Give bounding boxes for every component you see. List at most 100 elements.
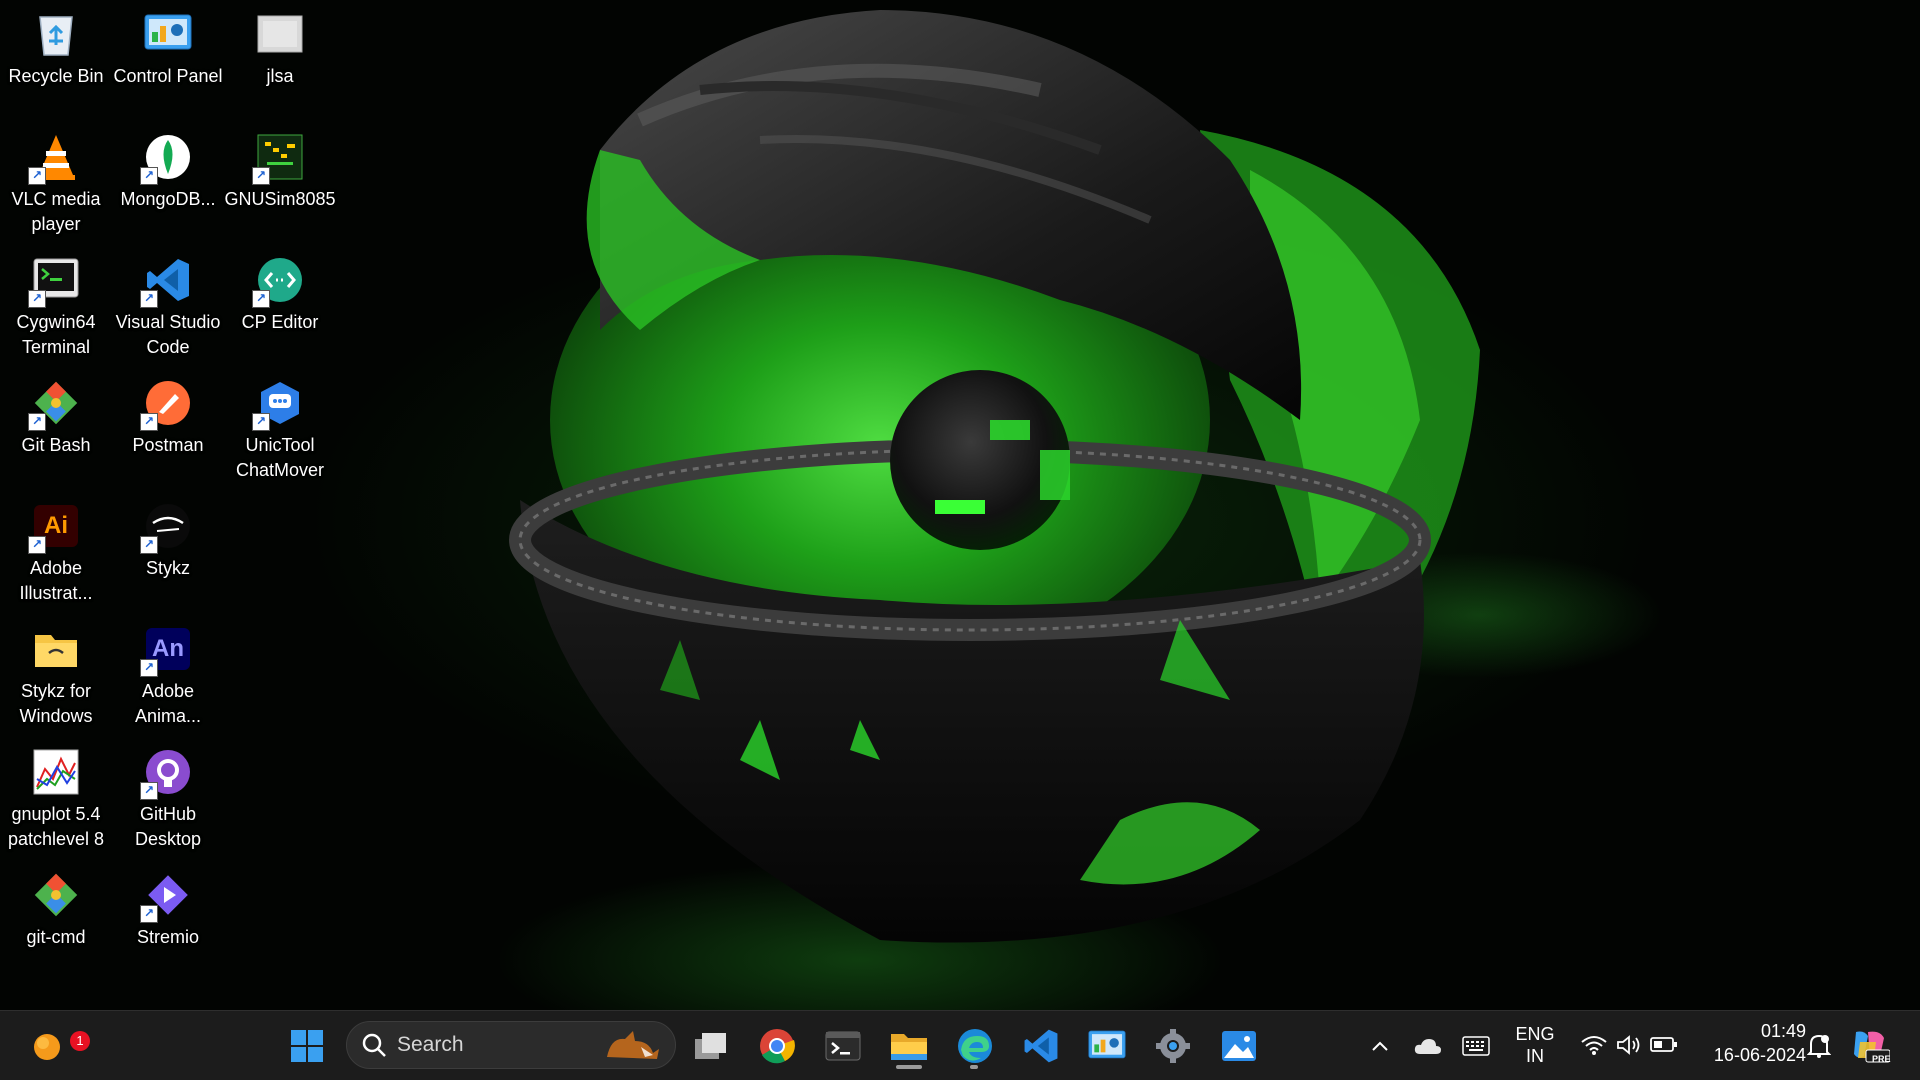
desktop-icon-label: Stykz for Windows: [19, 681, 93, 726]
desktop-icon-vscode[interactable]: ↗ Visual Studio Code: [112, 248, 224, 360]
settings-button[interactable]: [1148, 1021, 1198, 1071]
show-hidden-icons-button[interactable]: [1358, 1021, 1402, 1071]
language-code: ENG: [1515, 1024, 1555, 1044]
shortcut-arrow-icon: ↗: [252, 290, 270, 308]
desktop-icon-stykz[interactable]: ↗ Stykz: [112, 494, 224, 581]
notification-badge: 1: [70, 1031, 90, 1051]
wifi-icon: [1581, 1036, 1607, 1055]
control-panel-button[interactable]: [1082, 1021, 1132, 1071]
desktop-icon-adobe-animate[interactable]: An ↗ Adobe Anima...: [112, 617, 224, 729]
search-box[interactable]: Search: [346, 1021, 676, 1069]
desktop-icon-label: Git Bash: [21, 435, 91, 455]
shortcut-arrow-icon: ↗: [252, 413, 270, 431]
desktop-icon-label: Cygwin64 Terminal: [16, 312, 96, 357]
copilot-preview-badge: PRE: [1872, 1054, 1891, 1064]
keyboard-icon: [1462, 1036, 1490, 1056]
file-explorer-button[interactable]: [884, 1021, 934, 1071]
desktop-icon-control-panel[interactable]: Control Panel: [112, 2, 224, 89]
adobe-animate-icon: An ↗: [140, 625, 192, 677]
search-label: Search: [397, 1033, 464, 1056]
recycle-bin-icon: [32, 10, 80, 58]
clock[interactable]: 01:49 16-06-2024: [1694, 1019, 1806, 1069]
gnusim8085-icon: ↗: [252, 133, 304, 185]
desktop-icon-label: Control Panel: [113, 66, 223, 86]
running-indicator: [896, 1065, 922, 1069]
task-view-icon: [695, 1033, 726, 1059]
desktop-icon-gnuplot[interactable]: gnuplot 5.4 patchlevel 8: [0, 740, 112, 852]
desktop-icon-gnusim8085[interactable]: ↗ GNUSim8085: [224, 125, 336, 212]
desktop-icon-label: Postman: [132, 435, 204, 455]
desktop-icon-label: VLC media player: [11, 189, 101, 234]
mongodb-icon: ↗: [140, 133, 192, 185]
photos-button[interactable]: [1214, 1021, 1264, 1071]
desktop-icon-label: Adobe Anima...: [134, 681, 202, 726]
folder-icon: [891, 1034, 927, 1060]
windows-logo-icon: [291, 1030, 323, 1062]
shortcut-arrow-icon: ↗: [140, 659, 158, 677]
start-button[interactable]: [282, 1021, 332, 1071]
bell-icon: [1807, 1034, 1831, 1058]
desktop-icon-label: GNUSim8085: [224, 189, 336, 209]
onedrive-button[interactable]: [1406, 1021, 1450, 1071]
git-bash-icon: ↗: [28, 379, 80, 431]
desktop-icon-label: CP Editor: [241, 312, 319, 332]
vscode-icon: [1024, 1029, 1058, 1063]
desktop-icon-stremio[interactable]: ↗ Stremio: [112, 863, 224, 950]
terminal-button[interactable]: [818, 1021, 868, 1071]
language-region: IN: [1526, 1046, 1544, 1066]
desktop-icon-adobe-illustrator[interactable]: Ai ↗ Adobe Illustrat...: [0, 494, 112, 606]
task-view-button[interactable]: [686, 1021, 736, 1071]
desktop-icon-label: jlsa: [266, 66, 294, 86]
desktop-icon-mongodb[interactable]: ↗ MongoDB...: [112, 125, 224, 212]
shortcut-arrow-icon: ↗: [252, 167, 270, 185]
desktop-icon-github-desktop[interactable]: ↗ GitHub Desktop: [112, 740, 224, 852]
stykz-icon: ↗: [140, 502, 192, 554]
widgets-button[interactable]: 1: [22, 1021, 90, 1071]
git-cmd-icon: [32, 871, 80, 919]
desktop-icon-cygwin[interactable]: ↗ Cygwin64 Terminal: [0, 248, 112, 360]
desktop-icon-label: Stremio: [136, 927, 199, 947]
desktop-icon-jlsa[interactable]: jlsa: [224, 2, 336, 89]
gear-icon: [1156, 1029, 1190, 1063]
desktop-icon-label: GitHub Desktop: [134, 804, 202, 849]
postman-icon: ↗: [140, 379, 192, 431]
desktop-icon-label: git-cmd: [26, 927, 86, 947]
notifications-button[interactable]: [1800, 1021, 1838, 1071]
volume-icon: [1617, 1035, 1640, 1055]
gnuplot-icon: [32, 748, 80, 796]
chrome-icon: [760, 1029, 795, 1064]
cloud-icon: [1414, 1039, 1441, 1054]
desktop-icon-vlc[interactable]: ↗ VLC media player: [0, 125, 112, 237]
desktop-icon-postman[interactable]: ↗ Postman: [112, 371, 224, 458]
desktop-icon-git-cmd[interactable]: git-cmd: [0, 863, 112, 950]
file-icon: [256, 10, 304, 58]
terminal-icon: [825, 1031, 861, 1061]
adobe-illustrator-icon: Ai ↗: [28, 502, 80, 554]
desktop-icon-cp-editor[interactable]: ↗ CP Editor: [224, 248, 336, 335]
desktop-icon-chatmover[interactable]: ↗ UnicTool ChatMover: [224, 371, 336, 483]
desktop-icon-label: Adobe Illustrat...: [19, 558, 93, 603]
chrome-button[interactable]: [752, 1021, 802, 1071]
touch-keyboard-button[interactable]: [1454, 1021, 1498, 1071]
edge-icon: [958, 1029, 992, 1063]
desktop-icon-stykz-for-windows[interactable]: Stykz for Windows: [0, 617, 112, 729]
shortcut-arrow-icon: ↗: [28, 536, 46, 554]
quick-settings-button[interactable]: [1574, 1021, 1682, 1069]
shortcut-arrow-icon: ↗: [140, 905, 158, 923]
chevron-up-icon: [1372, 1041, 1388, 1051]
chatmover-icon: ↗: [252, 379, 304, 431]
shortcut-arrow-icon: ↗: [28, 167, 46, 185]
shortcut-arrow-icon: ↗: [140, 536, 158, 554]
copilot-button[interactable]: PRE: [1846, 1021, 1894, 1071]
desktop-icon-git-bash[interactable]: ↗ Git Bash: [0, 371, 112, 458]
battery-icon: [1650, 1037, 1677, 1052]
language-indicator[interactable]: ENG IN: [1508, 1021, 1562, 1069]
vscode-button[interactable]: [1016, 1021, 1066, 1071]
shortcut-arrow-icon: ↗: [28, 413, 46, 431]
shortcut-arrow-icon: ↗: [28, 290, 46, 308]
shortcut-arrow-icon: ↗: [140, 290, 158, 308]
clock-date: 16-06-2024: [1713, 1045, 1806, 1065]
desktop-icon-recycle-bin[interactable]: Recycle Bin: [0, 2, 112, 89]
edge-button[interactable]: [950, 1021, 1000, 1071]
shortcut-arrow-icon: ↗: [140, 413, 158, 431]
